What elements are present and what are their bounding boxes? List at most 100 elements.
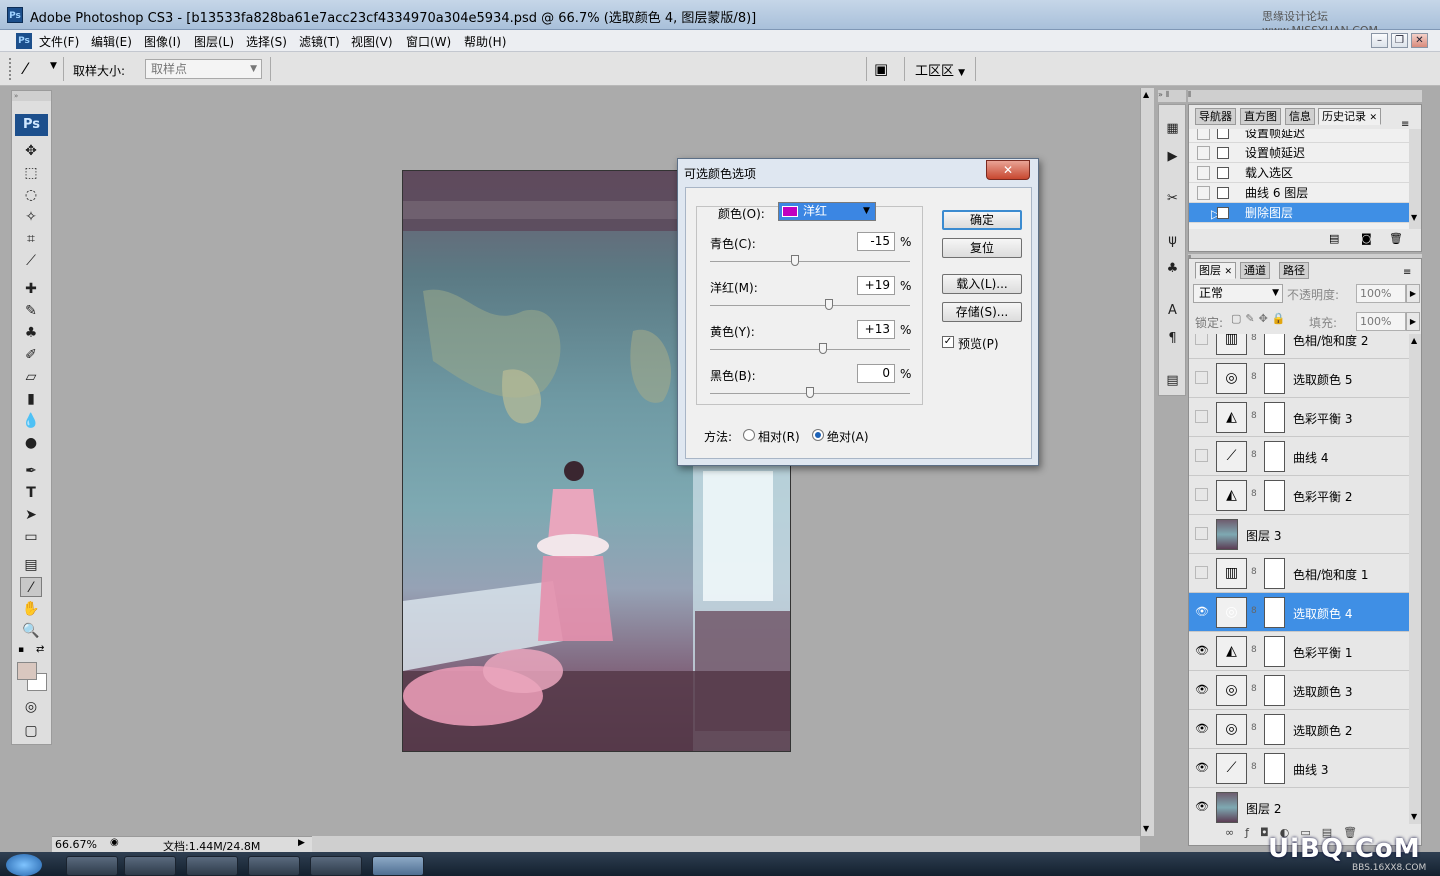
menu-edit[interactable]: 编辑(E) bbox=[91, 33, 132, 50]
mask-link-icon[interactable]: 8 bbox=[1251, 606, 1257, 616]
lock-icons[interactable]: ▢✎✥🔒 bbox=[1231, 312, 1290, 325]
close-window-button[interactable]: ✕ bbox=[1411, 33, 1428, 48]
history-item-checkbox[interactable] bbox=[1197, 166, 1210, 180]
tab-info[interactable]: 信息 bbox=[1285, 108, 1315, 125]
yellow-slider-thumb[interactable] bbox=[819, 343, 827, 354]
menu-select[interactable]: 选择(S) bbox=[246, 33, 287, 50]
history-item[interactable]: 设置帧延迟 bbox=[1189, 143, 1409, 163]
mask-link-icon[interactable]: 8 bbox=[1251, 762, 1257, 772]
tab-history[interactable]: 历史记录 ✕ bbox=[1318, 108, 1382, 125]
menu-layer[interactable]: 图层(L) bbox=[194, 33, 234, 50]
preview-checkbox[interactable]: ✓ bbox=[942, 336, 954, 348]
layer-row[interactable]: 👁 ◎ 8 选取颜色 4 bbox=[1189, 593, 1409, 632]
dialog-close-button[interactable]: ✕ bbox=[986, 160, 1030, 180]
save-button[interactable]: 存储(S)... bbox=[942, 302, 1022, 322]
tab-histogram[interactable]: 直方图 bbox=[1240, 108, 1281, 125]
layer-mask-thumbnail[interactable] bbox=[1264, 636, 1285, 667]
minimize-button[interactable]: – bbox=[1371, 33, 1388, 48]
relative-radio[interactable] bbox=[743, 429, 755, 441]
mask-link-icon[interactable]: 8 bbox=[1251, 567, 1257, 577]
mask-link-icon[interactable]: 8 bbox=[1251, 489, 1257, 499]
eye-icon[interactable]: 👁 bbox=[1195, 644, 1209, 658]
opacity-input[interactable]: 100% bbox=[1356, 284, 1406, 303]
zoom-level[interactable]: 66.67% bbox=[55, 838, 97, 851]
visibility-toggle[interactable] bbox=[1195, 566, 1208, 579]
taskbar-folder-icon[interactable] bbox=[186, 856, 238, 876]
visibility-toggle[interactable] bbox=[1195, 488, 1208, 501]
mask-link-icon[interactable]: 8 bbox=[1251, 411, 1257, 421]
visibility-toggle[interactable] bbox=[1195, 527, 1208, 540]
history-item-checkbox[interactable] bbox=[1197, 129, 1210, 140]
panel-menu-icon[interactable]: ≡ bbox=[1403, 267, 1411, 278]
cyan-slider-thumb[interactable] bbox=[791, 255, 799, 266]
fill-arrow-icon[interactable]: ▶ bbox=[1406, 312, 1420, 331]
eye-icon[interactable]: 👁 bbox=[1195, 722, 1209, 736]
layer-mask-thumbnail[interactable] bbox=[1264, 675, 1285, 706]
eye-icon[interactable]: 👁 bbox=[1195, 605, 1209, 619]
tab-layers[interactable]: 图层 ✕ bbox=[1195, 262, 1237, 279]
taskbar-app2-icon[interactable] bbox=[310, 856, 362, 876]
load-button[interactable]: 载入(L)... bbox=[942, 274, 1022, 294]
scroll-down-icon[interactable]: ▼ bbox=[1411, 213, 1417, 222]
actions-panel-icon[interactable]: ▶ bbox=[1162, 147, 1183, 167]
layer-comps-panel-icon[interactable]: ▤ bbox=[1162, 371, 1183, 391]
mask-link-icon[interactable]: 8 bbox=[1251, 334, 1257, 343]
history-item[interactable]: 载入选区 bbox=[1189, 163, 1409, 183]
eye-icon[interactable]: 👁 bbox=[1195, 761, 1209, 775]
status-menu-icon[interactable]: ◉ bbox=[110, 837, 119, 848]
taskbar-browser-icon[interactable] bbox=[66, 856, 118, 876]
layer-row[interactable]: 👁 图层 2 bbox=[1189, 788, 1409, 824]
menu-filter[interactable]: 滤镜(T) bbox=[299, 33, 340, 50]
layer-row[interactable]: 👁 ◎ 8 选取颜色 2 bbox=[1189, 710, 1409, 749]
status-arrow-icon[interactable]: ▶ bbox=[298, 838, 305, 848]
history-scrollbar[interactable]: ▼ bbox=[1409, 129, 1421, 229]
cyan-input[interactable]: -15 bbox=[857, 232, 895, 251]
history-panel-header[interactable]: ⦀ bbox=[1188, 90, 1422, 102]
toolbox-ps-icon[interactable]: Ps bbox=[15, 114, 48, 136]
ok-button[interactable]: 确定 bbox=[942, 210, 1022, 230]
crop-tool-icon[interactable]: ⌗ bbox=[20, 229, 42, 249]
layer-mask-thumbnail[interactable] bbox=[1264, 714, 1285, 745]
magenta-input[interactable]: +19 bbox=[857, 276, 895, 295]
zoom-tool-icon[interactable]: 🔍 bbox=[20, 621, 42, 641]
colors-select[interactable]: 洋红 ▼ bbox=[778, 202, 876, 221]
tab-paths[interactable]: 路径 bbox=[1279, 262, 1309, 279]
absolute-radio[interactable] bbox=[812, 429, 824, 441]
magic-wand-tool-icon[interactable]: ✧ bbox=[20, 207, 42, 227]
move-tool-icon[interactable]: ✥ bbox=[20, 141, 42, 161]
layer-row[interactable]: 👁 ◎ 8 选取颜色 3 bbox=[1189, 671, 1409, 710]
layer-mask-thumbnail[interactable] bbox=[1264, 334, 1285, 355]
layer-mask-thumbnail[interactable] bbox=[1264, 402, 1285, 433]
layer-row[interactable]: ◭ 8 色彩平衡 3 bbox=[1189, 398, 1409, 437]
opacity-arrow-icon[interactable]: ▶ bbox=[1406, 284, 1420, 303]
layers-scrollbar[interactable]: ▲ ▼ bbox=[1409, 334, 1421, 824]
menu-image[interactable]: 图像(I) bbox=[144, 33, 181, 50]
layer-row[interactable]: 👁 ⟋ 8 曲线 3 bbox=[1189, 749, 1409, 788]
magenta-slider-track[interactable] bbox=[710, 305, 910, 306]
layer-mask-thumbnail[interactable] bbox=[1264, 558, 1285, 589]
swatches-panel-icon[interactable]: ▦ bbox=[1162, 119, 1183, 139]
visibility-toggle[interactable] bbox=[1195, 449, 1208, 462]
black-slider-thumb[interactable] bbox=[806, 387, 814, 398]
yellow-input[interactable]: +13 bbox=[857, 320, 895, 339]
mask-link-icon[interactable]: 8 bbox=[1251, 684, 1257, 694]
mask-link-icon[interactable]: 8 bbox=[1251, 450, 1257, 460]
fill-input[interactable]: 100% bbox=[1356, 312, 1406, 331]
quick-mask-icon[interactable]: ◎ bbox=[20, 697, 42, 717]
options-grip[interactable] bbox=[9, 58, 13, 80]
menu-file[interactable]: 文件(F) bbox=[39, 33, 79, 50]
workspace-button[interactable]: 工区区 ▼ bbox=[915, 60, 965, 79]
eye-icon[interactable]: 👁 bbox=[1195, 683, 1209, 697]
layer-mask-thumbnail[interactable] bbox=[1264, 441, 1285, 472]
layer-mask-thumbnail[interactable] bbox=[1264, 480, 1285, 511]
layer-row[interactable]: ⟋ 8 曲线 4 bbox=[1189, 437, 1409, 476]
taskbar-photoshop-icon[interactable] bbox=[372, 856, 424, 876]
paragraph-panel-icon[interactable]: ¶ bbox=[1162, 329, 1183, 349]
mask-link-icon[interactable]: 8 bbox=[1251, 723, 1257, 733]
black-input[interactable]: 0 bbox=[857, 364, 895, 383]
shape-tool-icon[interactable]: ▭ bbox=[20, 527, 42, 547]
bridge-icon[interactable]: ▣ bbox=[874, 60, 888, 78]
magenta-slider-thumb[interactable] bbox=[825, 299, 833, 310]
document-horizontal-scrollbar[interactable] bbox=[312, 836, 1140, 852]
document-vertical-scrollbar[interactable]: ▲ ▼ bbox=[1140, 88, 1154, 836]
